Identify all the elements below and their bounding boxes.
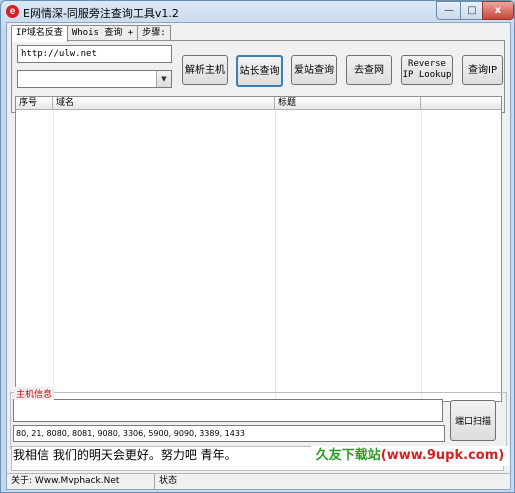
- watermark-link: (www.9upk.com): [380, 448, 505, 463]
- qu-query-button[interactable]: 去查网: [346, 55, 392, 85]
- watermark-prefix: 久友下载站: [315, 448, 381, 463]
- url-input[interactable]: http://ulw.net: [17, 45, 172, 63]
- client-area: IP域名反查 Whois 查询 + 步骤: http://ulw.net ▼ 解…: [6, 22, 511, 490]
- status-about[interactable]: 关于: Www.Mvphack.Net: [9, 474, 155, 489]
- host-info-label: 主机信息: [14, 387, 55, 400]
- column-header-domain[interactable]: 域名: [53, 97, 275, 109]
- resolve-host-button[interactable]: 解析主机: [182, 55, 228, 85]
- results-table[interactable]: 序号 域名 标题: [15, 96, 502, 402]
- reverse-ip-lookup-button[interactable]: Reverse IP Lookup: [401, 55, 453, 85]
- column-divider: [53, 110, 54, 401]
- tab-strip: IP域名反查 Whois 查询 + 步骤:: [11, 25, 171, 42]
- watermark-banner: 久友下载站(www.9upk.com): [311, 446, 509, 466]
- tab-steps[interactable]: 步骤:: [137, 25, 171, 41]
- column-header-index[interactable]: 序号: [16, 97, 53, 109]
- minimize-button[interactable]: —: [436, 1, 462, 20]
- app-e-icon: e: [6, 5, 19, 18]
- maximize-button[interactable]: □: [460, 1, 484, 20]
- aizhan-query-button[interactable]: 爱站查询: [291, 55, 337, 85]
- port-scan-button[interactable]: 端口扫描: [450, 400, 496, 441]
- query-ip-button[interactable]: 查询IP: [462, 55, 503, 85]
- column-divider: [275, 110, 276, 401]
- status-bar: 关于: Www.Mvphack.Net 状态: [7, 473, 510, 489]
- history-combo[interactable]: ▼: [17, 70, 172, 88]
- chevron-down-icon[interactable]: ▼: [156, 71, 171, 87]
- host-input[interactable]: [13, 399, 443, 422]
- close-button[interactable]: x: [482, 1, 514, 20]
- status-state: 状态: [159, 476, 178, 486]
- column-header-title[interactable]: 标题: [275, 97, 421, 109]
- tab-ip-domain-reverse[interactable]: IP域名反查: [11, 25, 68, 42]
- window-title: E网情深-同服旁注查询工具v1.2: [23, 7, 179, 20]
- tab-whois[interactable]: Whois 查询 +: [66, 25, 139, 41]
- column-divider: [421, 110, 422, 401]
- ports-input[interactable]: 80, 21, 8080, 8081, 9080, 3306, 5900, 90…: [13, 425, 445, 442]
- table-header: 序号 域名 标题: [16, 97, 501, 110]
- title-bar[interactable]: e E网情深-同服旁注查询工具v1.2 — □ x: [1, 1, 514, 23]
- app-window: e E网情深-同服旁注查询工具v1.2 — □ x IP域名反查 Whois 查…: [0, 0, 515, 493]
- zhanzhang-query-button[interactable]: 站长查询: [236, 55, 283, 87]
